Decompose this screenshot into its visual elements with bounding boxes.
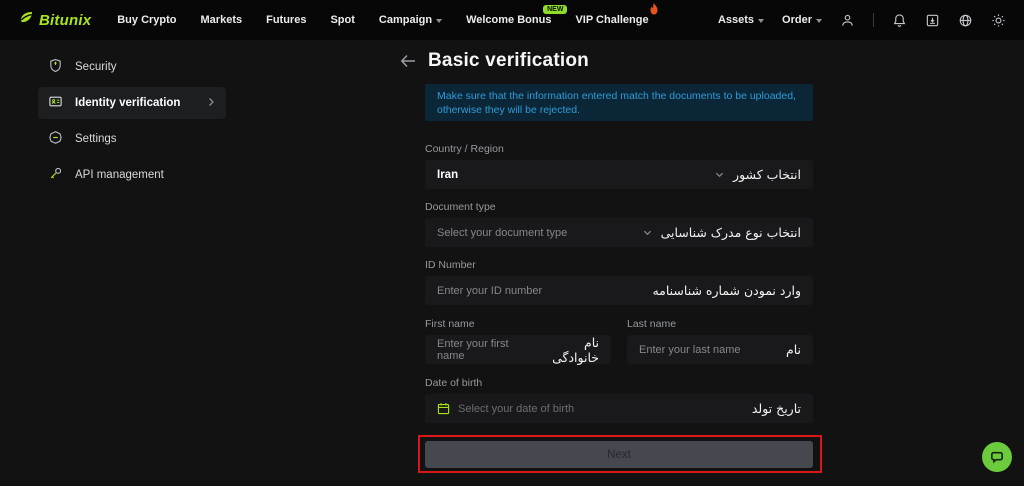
chat-bubble-icon [989,449,1005,465]
country-value: Iran [437,169,458,181]
sidebar-item-api-management[interactable]: API management [38,159,226,191]
first-name-label: First name [425,318,475,330]
country-rtl-text: انتخاب کشور [733,167,801,182]
live-chat-button[interactable] [982,442,1012,472]
last-name-placeholder: Enter your last name [639,344,741,356]
notice-banner: Make sure that the information entered m… [425,84,813,121]
document-type-rtl-text: انتخاب نوع مدرک شناسایی [661,225,801,240]
document-type-label: Document type [425,201,496,213]
back-arrow-icon[interactable] [400,54,416,68]
nav-spot[interactable]: Spot [330,14,354,26]
last-name-rtl-text: نام [786,342,801,357]
id-number-input[interactable]: Enter your ID number وارد نمودن شماره شن… [425,276,813,305]
sidebar-item-label: Settings [75,133,117,145]
api-icon [48,166,63,184]
id-number-rtl-text: وارد نمودن شماره شناسنامه [652,283,801,298]
calendar-icon [437,402,450,415]
sidebar-item-label: Security [75,61,117,73]
verification-panel: Basic verification Make sure that the in… [400,0,824,486]
document-type-placeholder: Select your document type [437,227,567,239]
country-region-select[interactable]: Iran انتخاب کشور [425,160,813,189]
globe-icon[interactable] [958,13,973,28]
settings-icon [48,130,63,148]
bitunix-logo-text: Bitunix [39,12,91,29]
user-icon[interactable] [840,13,855,28]
shield-icon [48,58,63,76]
nav-futures[interactable]: Futures [266,14,306,26]
id-number-placeholder: Enter your ID number [437,285,542,297]
date-of-birth-placeholder: Select your date of birth [458,403,574,415]
next-button[interactable]: Next [425,441,813,468]
title-row: Basic verification [400,50,589,72]
sidebar-item-settings[interactable]: Settings [38,123,226,155]
country-region-label: Country / Region [425,143,504,155]
nav-markets[interactable]: Markets [201,14,243,26]
first-name-input[interactable]: Enter your first name نام خانوادگی [425,335,611,364]
bell-icon[interactable] [892,13,907,28]
nav-buy-crypto[interactable]: Buy Crypto [117,14,176,26]
last-name-input[interactable]: Enter your last name نام [627,335,813,364]
chevron-down-icon [643,228,652,237]
chevron-right-icon [206,97,216,110]
page-title: Basic verification [428,50,589,72]
header-divider [873,13,874,27]
first-name-placeholder: Enter your first name [437,338,535,362]
bitunix-logo[interactable]: Bitunix [18,9,91,31]
date-of-birth-label: Date of birth [425,377,482,389]
id-number-label: ID Number [425,259,476,271]
last-name-label: Last name [627,318,676,330]
page: Bitunix Buy Crypto Markets Futures Spot … [0,0,1024,486]
date-of-birth-picker[interactable]: Select your date of birth تاریخ تولد [425,394,813,423]
sidebar-item-identity-verification[interactable]: Identity verification [38,87,226,119]
document-type-select[interactable]: Select your document type انتخاب نوع مدر… [425,218,813,247]
theme-icon[interactable] [991,13,1006,28]
sidebar-item-label: API management [75,169,164,181]
app-download-icon[interactable] [925,13,940,28]
date-of-birth-rtl-text: تاریخ تولد [752,401,801,416]
settings-sidebar: Security Identity verification Settings … [38,51,226,195]
sidebar-item-label: Identity verification [75,97,180,109]
sidebar-item-security[interactable]: Security [38,51,226,83]
first-name-rtl-text: نام خانوادگی [535,335,599,365]
id-card-icon [48,94,63,112]
bitunix-logo-icon [18,9,35,31]
chevron-down-icon [715,170,724,179]
